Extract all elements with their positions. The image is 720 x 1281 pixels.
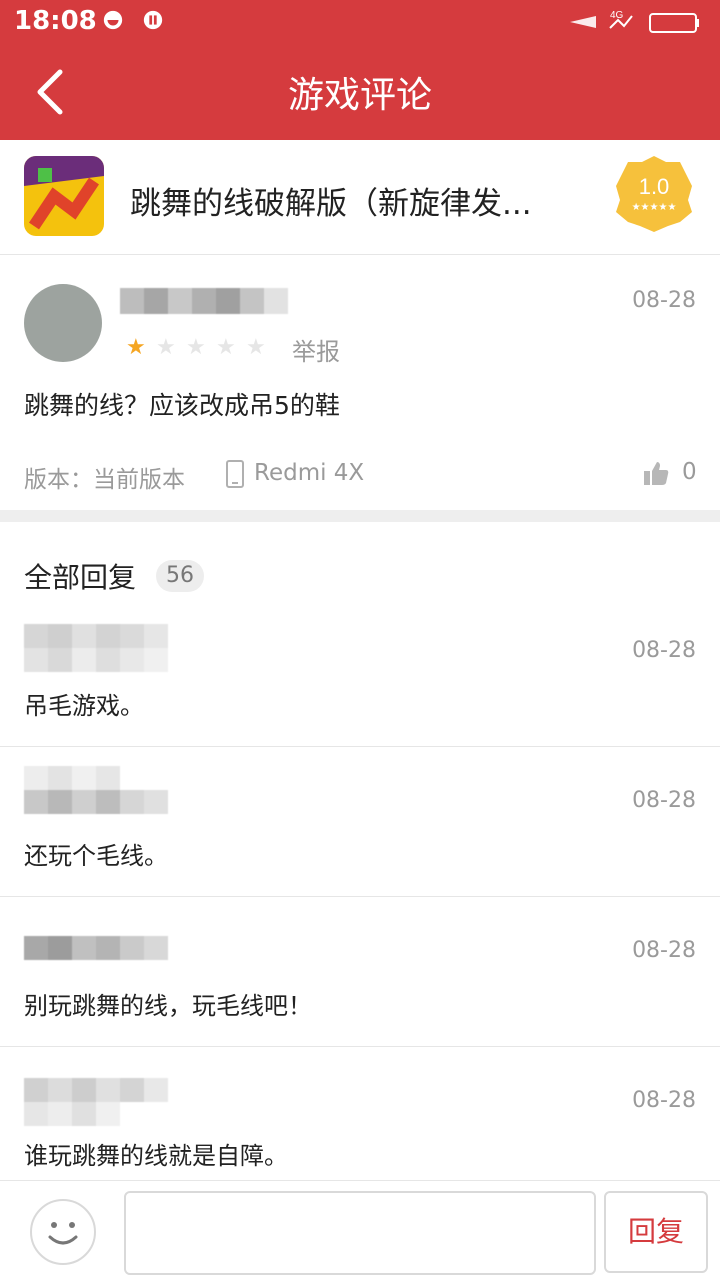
section-separator bbox=[0, 510, 720, 522]
reply-bar: 回复 bbox=[0, 1180, 720, 1281]
pause-icon bbox=[143, 10, 163, 30]
status-signal-battery-icons: 4G bbox=[570, 10, 699, 33]
reply-item: 08-28 别玩跳舞的线，玩毛线吧！ bbox=[0, 896, 720, 1047]
reply-date: 08-28 bbox=[632, 938, 696, 963]
game-info-row[interactable]: 跳舞的线破解版（新旋律发... bbox=[0, 140, 720, 255]
reply-count-badge: 56 bbox=[156, 560, 204, 592]
rating-stars: ★ ★ ★ ★ ★ bbox=[126, 336, 266, 358]
thumbs-up-icon[interactable] bbox=[642, 459, 670, 487]
reply-text: 别玩跳舞的线，玩毛线吧！ bbox=[24, 992, 312, 1020]
reply-text: 吊毛游戏。 bbox=[24, 692, 144, 720]
reply-item: 08-28 吊毛游戏。 bbox=[0, 596, 720, 747]
reply-text: 谁玩跳舞的线就是自障。 bbox=[24, 1142, 288, 1170]
like-count: 0 bbox=[682, 459, 697, 485]
status-time: 18:08 bbox=[14, 6, 97, 36]
svg-text:★: ★ bbox=[246, 336, 266, 358]
emoji-button[interactable] bbox=[30, 1199, 96, 1265]
reply-date: 08-28 bbox=[632, 788, 696, 813]
username-pixelated bbox=[120, 288, 288, 314]
game-icon bbox=[24, 156, 104, 236]
version-label: 版本：当前版本 bbox=[24, 467, 185, 493]
device-label: Redmi 4X bbox=[254, 460, 365, 486]
svg-text:4G: 4G bbox=[610, 10, 624, 21]
score-value: 1.0 bbox=[639, 174, 670, 199]
svg-text:★★★★★: ★★★★★ bbox=[632, 202, 677, 213]
reply-input[interactable] bbox=[124, 1191, 596, 1275]
reply-username-pixelated bbox=[24, 936, 168, 960]
phone-icon bbox=[226, 460, 244, 488]
reply-username-pixelated bbox=[24, 766, 168, 814]
svg-text:★: ★ bbox=[186, 336, 206, 358]
svg-text:★: ★ bbox=[216, 336, 236, 358]
reply-item: 08-28 还玩个毛线。 bbox=[0, 746, 720, 897]
reply-username-pixelated bbox=[24, 624, 168, 672]
page-title: 游戏评论 bbox=[287, 75, 432, 116]
svg-text:★: ★ bbox=[126, 336, 146, 358]
status-bar: 18:08 4G bbox=[0, 0, 720, 44]
reply-date: 08-28 bbox=[632, 1088, 696, 1113]
reply-date: 08-28 bbox=[632, 638, 696, 663]
score-badge: 1.0 ★★★★★ bbox=[616, 156, 692, 232]
game-title: 跳舞的线破解版（新旋律发... bbox=[130, 186, 532, 222]
reply-username-pixelated bbox=[24, 1078, 168, 1126]
review-text: 跳舞的线？应该改成吊5的鞋 bbox=[24, 391, 340, 420]
avatar[interactable] bbox=[24, 284, 102, 362]
smiley-icon bbox=[48, 1222, 78, 1245]
svg-text:★: ★ bbox=[156, 336, 176, 358]
status-app-icon bbox=[103, 10, 123, 30]
main-review: 08-28 ★ ★ ★ ★ ★ 举报 跳舞的线？应该改成吊5的鞋 版本：当前版本… bbox=[0, 254, 720, 510]
reply-button[interactable]: 回复 bbox=[604, 1191, 708, 1273]
all-replies-title: 全部回复 bbox=[24, 561, 137, 594]
reply-item: 08-28 谁玩跳舞的线就是自障。 bbox=[0, 1046, 720, 1196]
report-link[interactable]: 举报 bbox=[292, 332, 340, 367]
review-date: 08-28 bbox=[632, 288, 696, 313]
reply-text: 还玩个毛线。 bbox=[24, 842, 168, 870]
app-header: 游戏评论 bbox=[0, 44, 720, 140]
